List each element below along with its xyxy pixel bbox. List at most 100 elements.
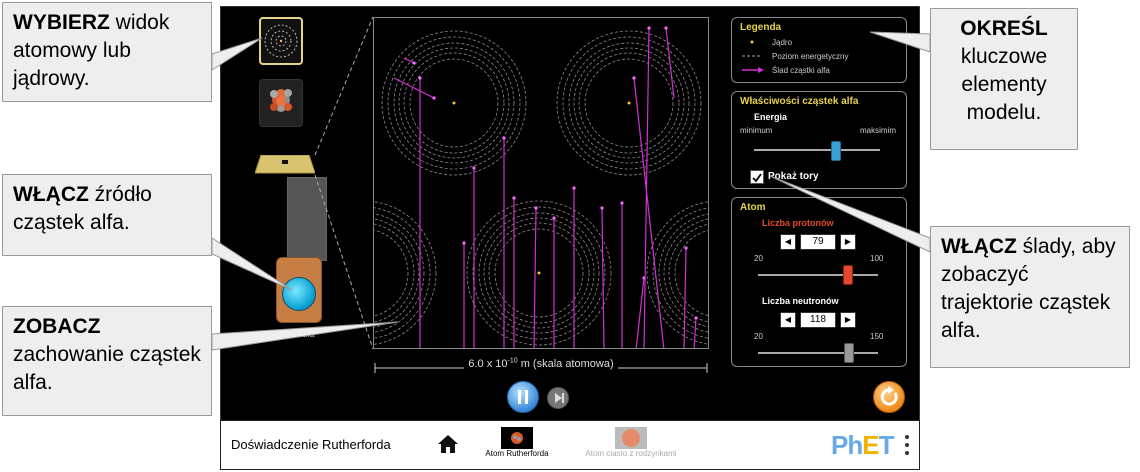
step-icon — [555, 393, 564, 403]
energy-level-ring — [374, 201, 437, 345]
legend-panel: Legenda Jądro Poziom energetyczny Ślad c… — [731, 17, 907, 83]
legend-title: Legenda — [740, 22, 782, 33]
energy-min-label: minimum — [740, 126, 773, 135]
callout-turn-on-traces: WŁĄCZ ślady, aby zobaczyć trajektorie cz… — [930, 226, 1130, 368]
alpha-particle — [502, 136, 506, 140]
alpha-particle — [432, 96, 436, 100]
alpha-particle-trace — [683, 247, 687, 348]
alpha-particle-trace — [601, 207, 605, 348]
neutrons-decrement-button[interactable]: ◀ — [780, 312, 796, 328]
alpha-particle — [600, 206, 604, 210]
show-traces-label[interactable]: Pokaż tory — [768, 171, 819, 182]
energy-level-marker-icon — [742, 55, 762, 57]
properties-title: Właściwości cząstek alfa — [740, 96, 859, 107]
energy-level-ring — [646, 201, 708, 345]
alpha-particle — [552, 216, 556, 220]
nucleus-view-button[interactable] — [259, 79, 303, 127]
step-button[interactable] — [547, 387, 569, 409]
gun-power-button[interactable] — [282, 277, 316, 311]
alpha-particle — [684, 246, 688, 250]
screen-label: Atom ciasto z rodzynkami — [585, 449, 677, 458]
alpha-particle — [462, 241, 466, 245]
energy-max-label: maksimim — [860, 126, 896, 135]
rutherford-thumbnail — [501, 427, 533, 449]
alpha-trace-marker-icon — [742, 67, 764, 73]
neutrons-value: 118 — [800, 312, 836, 328]
alpha-particle — [647, 26, 651, 30]
atom-title: Atom — [740, 202, 766, 213]
atom-space-view — [373, 17, 709, 349]
alpha-particle-trace — [635, 277, 645, 348]
nucleus-dot — [627, 101, 631, 105]
protons-slider-track[interactable] — [758, 274, 878, 276]
alpha-particle — [620, 201, 624, 205]
alpha-particle-trace — [403, 57, 415, 64]
alpha-particle-trace — [633, 77, 665, 348]
gun-label: Cząstki alfa — [268, 329, 315, 339]
alpha-particle — [572, 186, 576, 190]
alpha-particle — [534, 206, 538, 210]
alpha-particle-trace — [643, 27, 650, 348]
plum-pudding-thumbnail — [615, 427, 647, 449]
energy-label: Energia — [754, 112, 788, 122]
atom-space-canvas — [374, 26, 708, 348]
protons-decrement-button[interactable]: ◀ — [780, 234, 796, 250]
alpha-particle — [512, 196, 516, 200]
neutrons-increment-button[interactable]: ▶ — [840, 312, 856, 328]
protons-min: 20 — [754, 254, 763, 263]
callout-identify-elements: OKREŚL kluczowe elementy modelu. — [930, 8, 1078, 150]
neutrons-max: 150 — [870, 332, 884, 341]
protons-value: 79 — [800, 234, 836, 250]
alpha-particle — [472, 166, 476, 170]
gun-barrel — [287, 177, 327, 261]
neutrons-slider-track[interactable] — [758, 352, 878, 354]
energy-slider-thumb[interactable] — [830, 141, 841, 161]
alpha-particle — [418, 76, 422, 80]
alpha-particle — [664, 26, 668, 30]
sim-title: Doświadczenie Rutherforda — [231, 437, 391, 452]
pause-icon — [518, 390, 528, 404]
neutrons-min: 20 — [754, 332, 763, 341]
neutrons-label: Liczba neutronów — [762, 296, 839, 306]
simulation-window: Cząstki alfa 6.0 x 10-10 m (skala atomow… — [220, 6, 920, 470]
legend-item-alpha-trace: Ślad cząstki alfa — [772, 66, 830, 75]
protons-increment-button[interactable]: ▶ — [840, 234, 856, 250]
alpha-particle — [694, 316, 698, 320]
pause-button[interactable] — [507, 381, 539, 413]
atom-view-icon — [264, 24, 298, 58]
protons-label: Liczba protonów — [762, 218, 834, 228]
protons-max: 100 — [870, 254, 884, 263]
nucleus-view-icon — [270, 89, 292, 112]
protons-slider-thumb[interactable] — [842, 265, 853, 285]
phet-logo[interactable]: PhET — [831, 430, 894, 461]
nucleus-dot — [537, 271, 541, 275]
nucleus-marker-icon — [750, 40, 754, 44]
show-traces-checkbox[interactable] — [750, 170, 764, 184]
atom-panel: Atom Liczba protonów ◀ 79 ▶ 20 100 Liczb… — [731, 197, 907, 367]
alpha-particle — [632, 76, 636, 80]
callout-turn-on-source: WŁĄCZ źródło cząstek alfa. — [2, 174, 212, 256]
kebab-menu-icon[interactable] — [905, 435, 909, 459]
screen-rutherford-atom[interactable]: Atom Rutherforda — [477, 427, 557, 458]
screen-label: Atom Rutherforda — [485, 449, 549, 458]
home-icon[interactable] — [437, 433, 459, 455]
energy-level-ring — [668, 223, 708, 323]
energy-slider-track[interactable] — [754, 149, 880, 151]
check-icon — [752, 173, 762, 183]
alpha-properties-panel: Właściwości cząstek alfa Energia minimum… — [731, 91, 907, 189]
callout-select-view: WYBIERZ widok atomowy lub jądrowy. — [2, 2, 212, 102]
reset-all-button[interactable] — [873, 381, 905, 413]
legend-item-nucleus: Jądro — [772, 38, 793, 47]
alpha-particle-trace — [393, 77, 435, 99]
reset-icon — [880, 386, 898, 406]
screen-plum-pudding[interactable]: Atom ciasto z rodzynkami — [571, 427, 691, 458]
neutrons-slider-thumb[interactable] — [844, 343, 855, 363]
callout-see-behavior: ZOBACZ zachowanie cząstek alfa. — [2, 306, 212, 416]
atom-view-button[interactable] — [259, 17, 303, 65]
alpha-particle — [412, 61, 416, 65]
scale-label: 6.0 x 10-10 m (skala atomowa) — [373, 357, 709, 370]
navigation-bar: Doświadczenie Rutherforda Atom Rutherfor… — [220, 420, 920, 470]
legend-item-energy-level: Poziom energetyczny — [772, 52, 849, 61]
gun-beam-plate — [255, 155, 315, 174]
nucleus-dot — [452, 101, 456, 105]
